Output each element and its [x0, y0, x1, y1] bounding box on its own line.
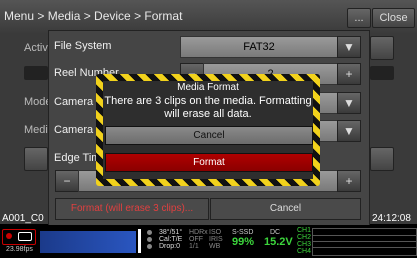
media-percent: 99% [232, 236, 255, 248]
dc-label: DC [270, 229, 281, 236]
ratio-value: 1/1 [189, 243, 199, 250]
minus-button[interactable]: − [55, 170, 79, 192]
camera-id-dropdown[interactable]: ▼ [337, 92, 361, 114]
plus-button[interactable]: + [337, 170, 361, 192]
right-side-toggle[interactable] [370, 66, 394, 80]
voltage-value: 15.2V [264, 236, 293, 248]
ch4-label: CH4 [297, 248, 312, 255]
right-side-button-1[interactable] [370, 36, 394, 60]
right-side-button-2[interactable] [370, 147, 394, 171]
dialog-message: There are 3 clips on the media. Formatti… [104, 95, 312, 120]
background-cancel-button[interactable]: Cancel [210, 198, 361, 220]
iris-label: IRIS [209, 236, 223, 243]
more-button[interactable]: ... [347, 8, 371, 28]
wb-label: WB [209, 243, 221, 250]
cal-label: Cal:T/E [159, 236, 183, 243]
ch3-label: CH3 [297, 241, 312, 248]
drop-label: Drop:0 [159, 243, 181, 250]
breadcrumb: Menu > Media > Device > Format [4, 9, 183, 23]
reel-plus-button[interactable]: + [337, 63, 361, 85]
fps-label: 23.98fps [6, 246, 33, 253]
hdrx-label: HDRx [189, 229, 208, 236]
temp-label: 38°/51° [159, 229, 183, 236]
status-dot-icon [147, 237, 152, 242]
camera-position-dropdown[interactable]: ▼ [337, 120, 361, 142]
media-label: S-SSD [232, 229, 254, 236]
status-dot-icon [147, 230, 152, 235]
status-dot-icon [147, 244, 152, 249]
histogram [40, 231, 136, 253]
file-system-field[interactable]: FAT32 [180, 36, 338, 58]
dialog-cancel-button[interactable]: Cancel [105, 126, 313, 145]
clip-name: A001_C0 [2, 213, 44, 224]
ch1-label: CH1 [297, 227, 312, 234]
side-toggle[interactable] [24, 66, 48, 80]
tape-icon [18, 232, 32, 241]
audio-meter [312, 228, 417, 256]
ch2-label: CH2 [297, 234, 312, 241]
file-system-dropdown[interactable]: ▼ [337, 36, 361, 58]
format-erase-button[interactable]: Format (will erase 3 clips)... [55, 198, 209, 220]
meter-bar [138, 229, 141, 253]
dialog-title: Media Format [177, 82, 239, 93]
close-button[interactable]: Close [372, 8, 415, 28]
iso-label: ISO [209, 229, 222, 236]
timecode: 24:12:08 [372, 213, 411, 224]
file-system-label: File System [54, 40, 112, 52]
hdrx-value: OFF [189, 236, 203, 243]
record-dot-icon [6, 233, 12, 239]
side-button[interactable] [24, 147, 48, 171]
dialog-format-button[interactable]: Format [105, 153, 313, 172]
